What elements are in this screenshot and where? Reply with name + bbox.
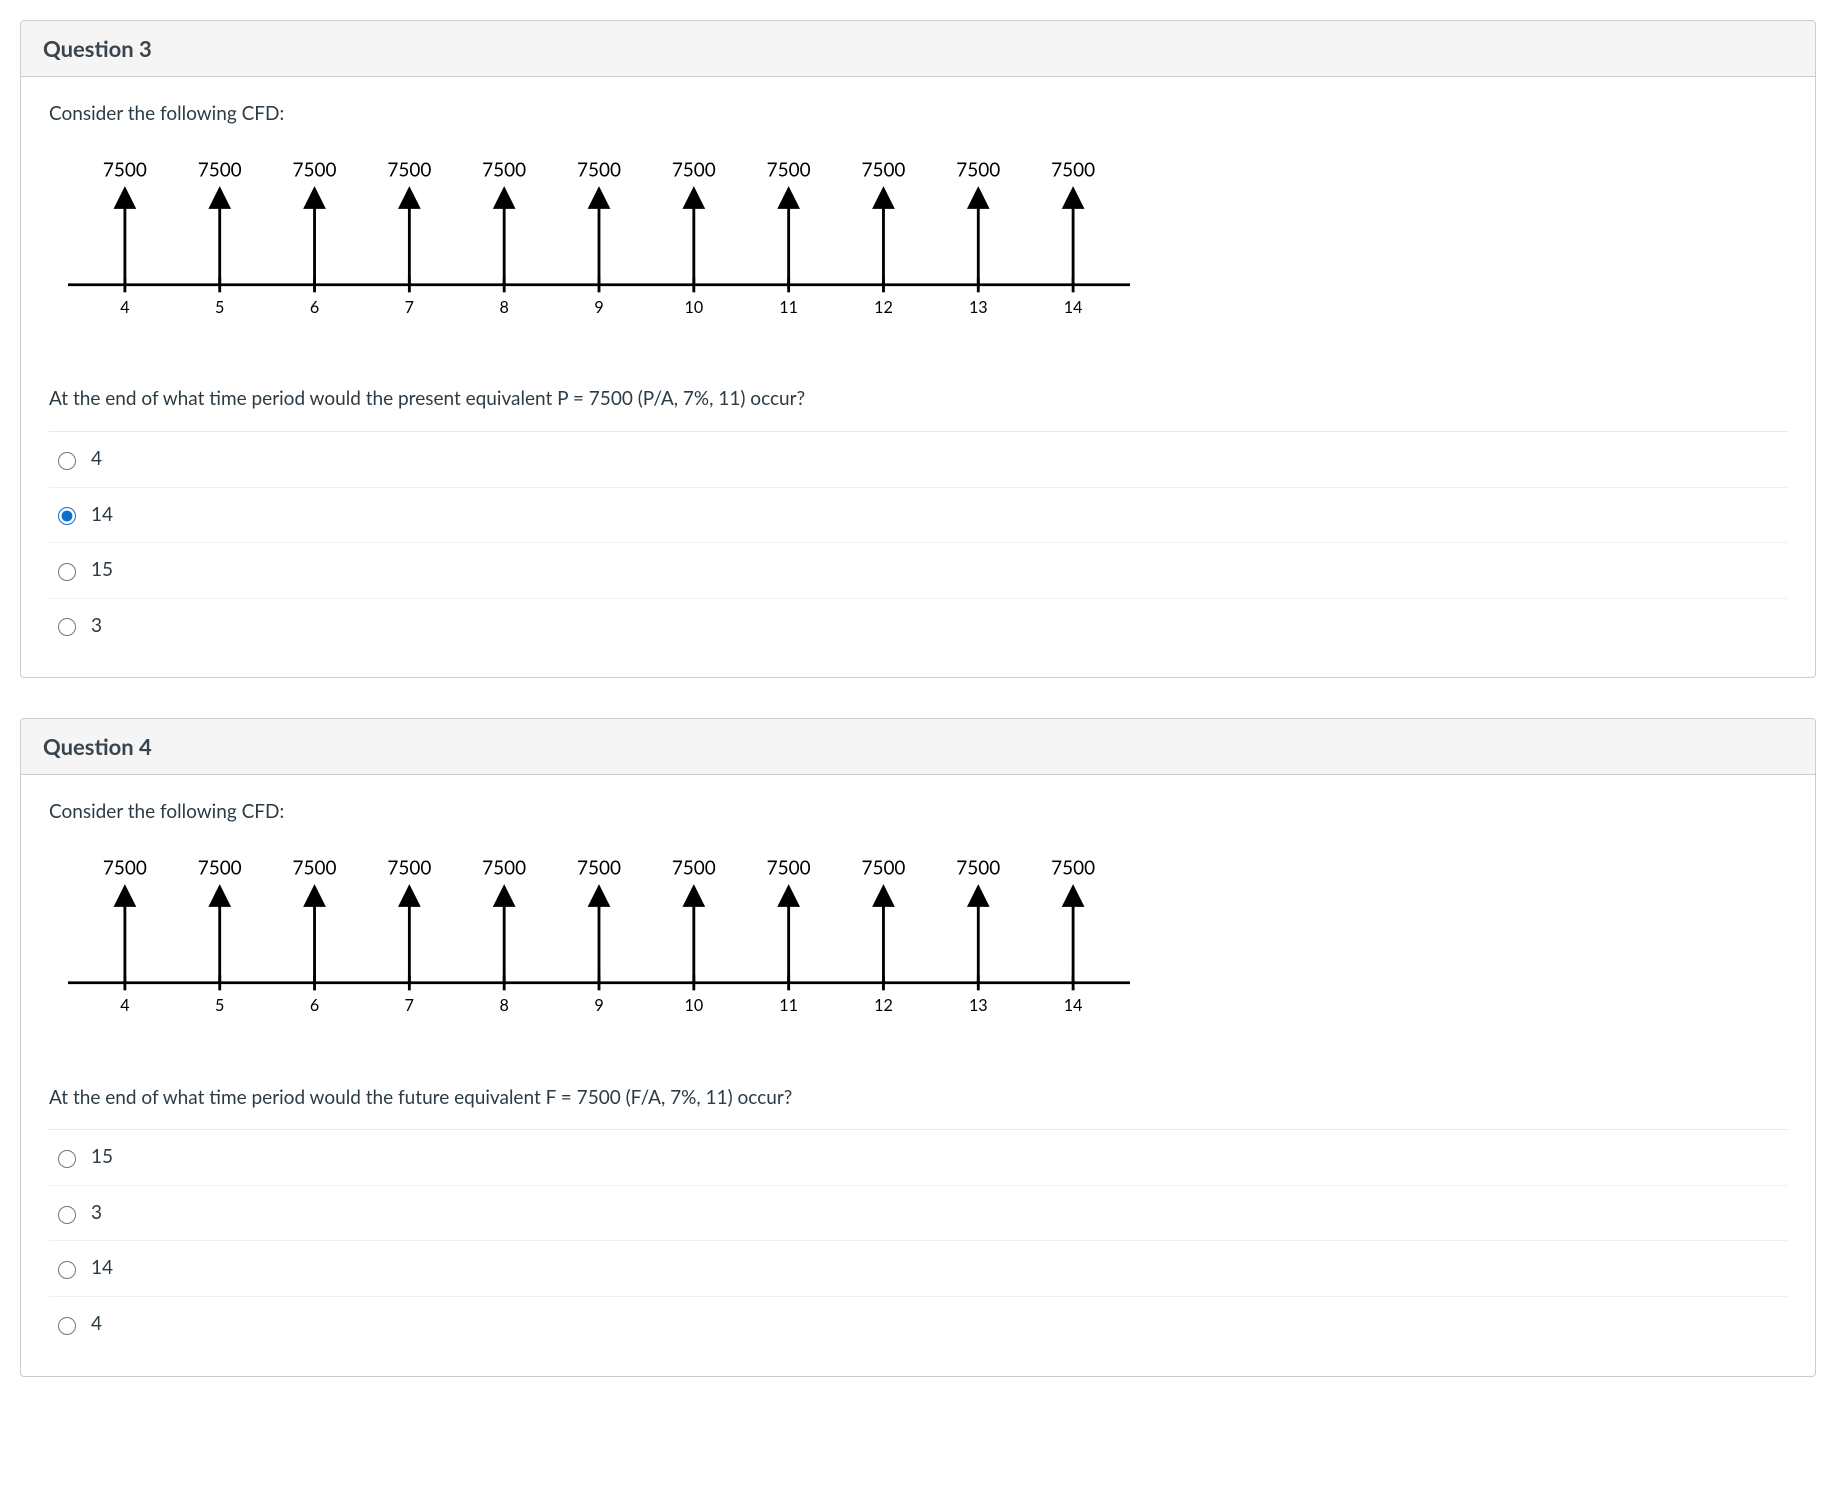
cfd-amount-label: 7500 (577, 857, 621, 880)
cfd-period-label: 7 (405, 996, 414, 1015)
cfd-diagram: 7500 4 7500 5 7500 6 7500 7 7500 8 7500 9 7500 10 7500… (49, 152, 1149, 351)
cfd-period-label: 14 (1064, 996, 1083, 1015)
cfd-amount-label: 7500 (956, 857, 1000, 880)
cfd-period-label: 10 (684, 298, 703, 317)
answer-label: 15 (91, 1144, 113, 1171)
question-followup: At the end of what time period would the… (49, 386, 1787, 413)
cfd-amount-label: 7500 (387, 857, 431, 880)
cfd-figure: 7500 4 7500 5 7500 6 7500 7 7500 8 7500 9 7500 10 7500… (49, 152, 1787, 359)
cfd-amount-label: 7500 (767, 158, 811, 181)
cfd-period-label: 8 (500, 996, 509, 1015)
cfd-amount-label: 7500 (767, 857, 811, 880)
answer-label: 14 (91, 1255, 113, 1282)
cfd-amount-label: 7500 (293, 158, 337, 181)
cfd-period-label: 13 (969, 298, 988, 317)
answer-label: 4 (91, 1311, 102, 1338)
answer-radio[interactable] (58, 507, 76, 525)
cfd-amount-label: 7500 (293, 857, 337, 880)
question-card: Question 3 Consider the following CFD: 750… (20, 20, 1816, 678)
cfd-period-label: 5 (215, 298, 224, 317)
answer-option[interactable]: 14 (49, 1241, 1787, 1297)
cfd-amount-label: 7500 (387, 158, 431, 181)
cfd-figure: 7500 4 7500 5 7500 6 7500 7 7500 8 7500 9 7500 10 7500… (49, 850, 1787, 1057)
answer-radio[interactable] (58, 452, 76, 470)
cfd-amount-label: 7500 (861, 158, 905, 181)
cfd-amount-label: 7500 (672, 857, 716, 880)
answer-radio[interactable] (58, 1261, 76, 1279)
cfd-period-label: 9 (594, 298, 603, 317)
cfd-diagram: 7500 4 7500 5 7500 6 7500 7 7500 8 7500 9 7500 10 7500… (49, 850, 1149, 1049)
cfd-period-label: 6 (310, 996, 319, 1015)
cfd-period-label: 14 (1064, 298, 1083, 317)
question-body: Consider the following CFD:7500475005750… (21, 775, 1815, 1375)
cfd-amount-label: 7500 (956, 158, 1000, 181)
answer-label: 3 (91, 1200, 102, 1227)
cfd-period-label: 12 (874, 996, 893, 1015)
cfd-amount-label: 7500 (103, 158, 147, 181)
cfd-amount-label: 7500 (1051, 158, 1095, 181)
answer-radio[interactable] (58, 618, 76, 636)
cfd-amount-label: 7500 (482, 857, 526, 880)
cfd-amount-label: 7500 (861, 857, 905, 880)
cfd-amount-label: 7500 (1051, 857, 1095, 880)
cfd-amount-label: 7500 (103, 857, 147, 880)
answer-label: 15 (91, 557, 113, 584)
cfd-amount-label: 7500 (672, 158, 716, 181)
cfd-period-label: 10 (684, 996, 703, 1015)
cfd-period-label: 11 (779, 996, 798, 1015)
question-prompt: Consider the following CFD: (49, 799, 1787, 826)
cfd-period-label: 4 (120, 996, 129, 1015)
question-body: Consider the following CFD:7500475005750… (21, 77, 1815, 677)
answer-option[interactable]: 3 (49, 599, 1787, 654)
cfd-amount-label: 7500 (198, 158, 242, 181)
answer-options: 4 14 15 3 (49, 431, 1787, 653)
cfd-period-label: 6 (310, 298, 319, 317)
answer-option[interactable]: 3 (49, 1186, 1787, 1242)
cfd-period-label: 12 (874, 298, 893, 317)
question-title: Question 3 (21, 21, 1815, 77)
answer-option[interactable]: 14 (49, 488, 1787, 544)
question-followup: At the end of what time period would the… (49, 1085, 1787, 1112)
cfd-period-label: 11 (779, 298, 798, 317)
answer-option[interactable]: 15 (49, 1130, 1787, 1186)
cfd-period-label: 7 (405, 298, 414, 317)
answer-option[interactable]: 4 (49, 432, 1787, 488)
cfd-amount-label: 7500 (482, 158, 526, 181)
question-title: Question 4 (21, 719, 1815, 775)
answer-option[interactable]: 15 (49, 543, 1787, 599)
cfd-period-label: 4 (120, 298, 129, 317)
answer-option[interactable]: 4 (49, 1297, 1787, 1352)
cfd-amount-label: 7500 (198, 857, 242, 880)
answer-radio[interactable] (58, 1317, 76, 1335)
answer-radio[interactable] (58, 1206, 76, 1224)
cfd-period-label: 8 (500, 298, 509, 317)
answer-label: 4 (91, 446, 102, 473)
cfd-period-label: 9 (594, 996, 603, 1015)
question-card: Question 4 Consider the following CFD: 750… (20, 718, 1816, 1376)
answer-radio[interactable] (58, 1150, 76, 1168)
answer-label: 14 (91, 502, 113, 529)
question-prompt: Consider the following CFD: (49, 101, 1787, 128)
answer-label: 3 (91, 613, 102, 640)
cfd-period-label: 5 (215, 996, 224, 1015)
cfd-amount-label: 7500 (577, 158, 621, 181)
answer-options: 15 3 14 4 (49, 1129, 1787, 1351)
answer-radio[interactable] (58, 563, 76, 581)
cfd-period-label: 13 (969, 996, 988, 1015)
